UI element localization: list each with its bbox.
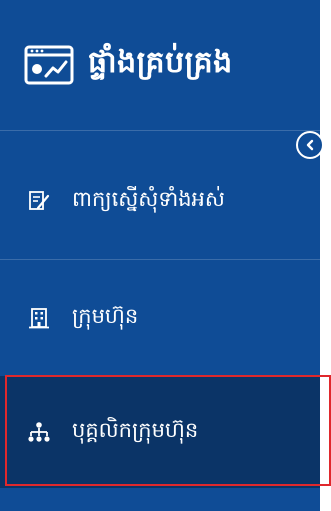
sidebar-item-label: ពាក្យស្នើសុំទាំងអស់ bbox=[72, 186, 225, 211]
building-icon bbox=[28, 307, 50, 329]
dashboard-icon bbox=[24, 45, 74, 85]
sidebar-item-company-staff[interactable]: បុគ្គលិកក្រុមហ៊ុន bbox=[0, 376, 320, 488]
sidebar-item-label: ក្រុមហ៊ុន bbox=[72, 303, 139, 328]
divider bbox=[0, 130, 320, 131]
sidebar-item-label: បុគ្គលិកក្រុមហ៊ុន bbox=[72, 417, 199, 442]
sidebar-item-all-requests[interactable]: ពាក្យស្នើសុំទាំងអស់ bbox=[0, 143, 320, 259]
org-chart-icon bbox=[28, 421, 50, 443]
sidebar-header: ផ្ទាំងគ្រប់គ្រង bbox=[0, 0, 320, 130]
collapse-sidebar-button[interactable] bbox=[296, 131, 324, 159]
chevron-left-icon bbox=[306, 139, 314, 151]
sidebar-title: ផ្ទាំងគ្រប់គ្រង bbox=[88, 45, 233, 80]
sidebar: ផ្ទាំងគ្រប់គ្រង ពាក្យស្នើសុំទាំងអស់ ក្រុ… bbox=[0, 0, 320, 511]
sidebar-item-companies[interactable]: ក្រុមហ៊ុន bbox=[0, 260, 320, 376]
edit-document-icon bbox=[28, 190, 50, 212]
